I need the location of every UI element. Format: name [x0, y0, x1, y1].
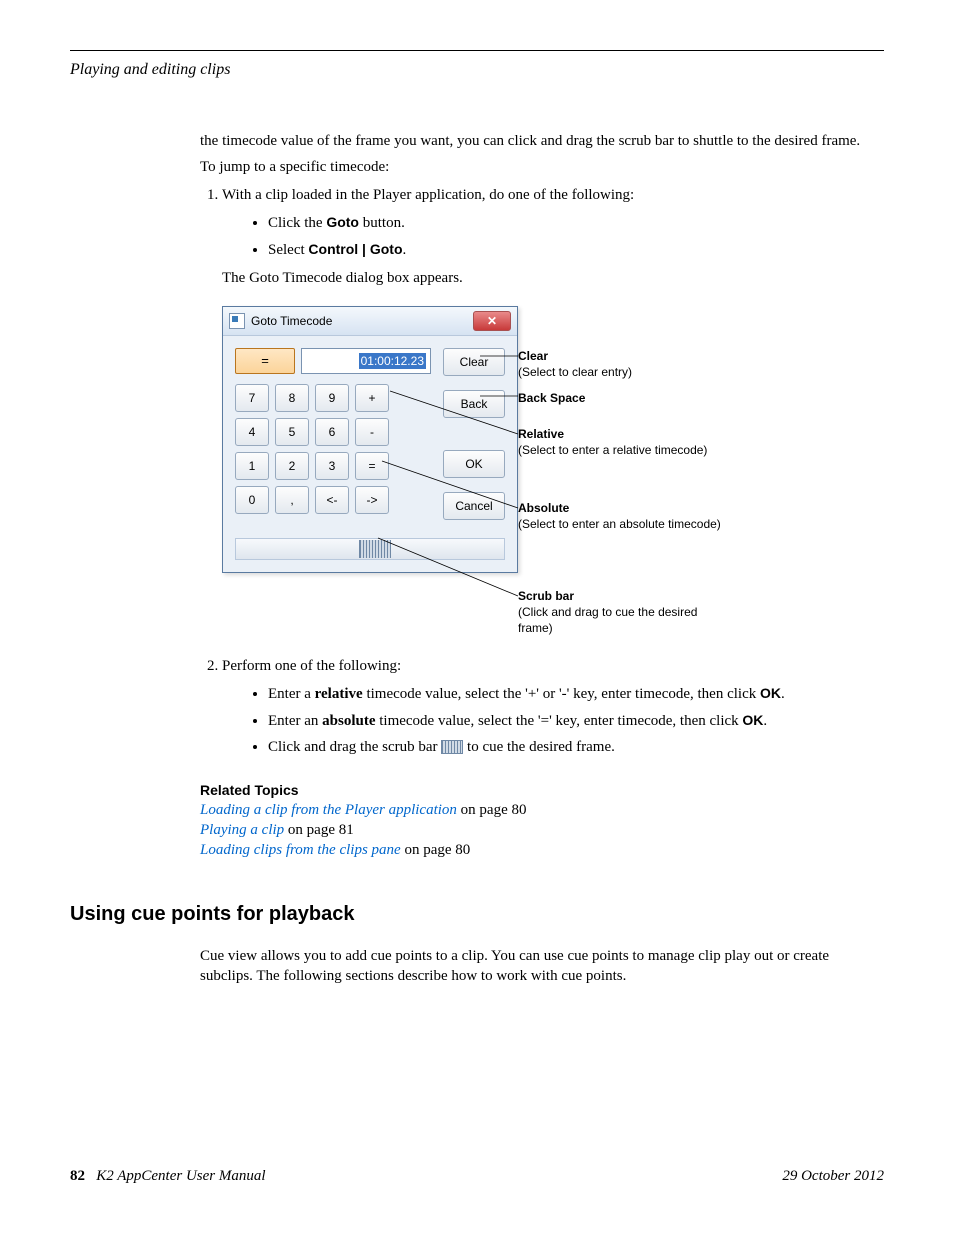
key-1[interactable]: 1 [235, 452, 269, 480]
goto-timecode-figure: Goto Timecode ✕ = 01:00:12.23 7 8 [222, 306, 884, 636]
dialog-title: Goto Timecode [251, 313, 332, 329]
keypad: 7 8 9 + 4 5 6 - 1 2 3 = [235, 384, 431, 514]
key-comma[interactable]: , [275, 486, 309, 514]
page-number: 82 [70, 1168, 85, 1184]
step1-bullet-2: Select Control | Goto. [268, 240, 884, 260]
related-page-1: on page 80 [457, 802, 527, 818]
key-minus[interactable]: - [355, 418, 389, 446]
step2-bullet-3: Click and drag the scrub bar to cue the … [268, 737, 884, 757]
annot-absolute-sub: (Select to enter an absolute timecode) [518, 516, 721, 532]
scrub-bar[interactable] [235, 538, 505, 560]
related-link-3[interactable]: Loading clips from the clips pane [200, 842, 401, 858]
key-5[interactable]: 5 [275, 418, 309, 446]
key-8[interactable]: 8 [275, 384, 309, 412]
key-4[interactable]: 4 [235, 418, 269, 446]
key-0[interactable]: 0 [235, 486, 269, 514]
step-2: Perform one of the following: Enter a re… [222, 656, 884, 757]
lead-in: To jump to a specific timecode: [200, 157, 884, 177]
related-link-1[interactable]: Loading a clip from the Player applicati… [200, 802, 457, 818]
key-9[interactable]: 9 [315, 384, 349, 412]
heading-cue-points: Using cue points for playback [70, 901, 884, 928]
related-topics-heading: Related Topics [200, 781, 884, 800]
step-1: With a clip loaded in the Player applica… [222, 185, 884, 636]
timecode-entry[interactable]: 01:00:12.23 [301, 348, 431, 374]
leader-lines [490, 306, 518, 636]
annot-clear-sub: (Select to clear entry) [518, 364, 632, 380]
annot-backspace-label: Back Space [518, 390, 585, 406]
scrub-thumb[interactable] [359, 540, 391, 558]
intro-paragraph: the timecode value of the frame you want… [200, 131, 884, 151]
footer-date: 29 October 2012 [782, 1166, 884, 1186]
key-7[interactable]: 7 [235, 384, 269, 412]
annot-scrub-sub: (Click and drag to cue the desired frame… [518, 604, 724, 636]
annot-clear-label: Clear [518, 348, 632, 364]
page-footer: 82 K2 AppCenter User Manual 29 October 2… [70, 1166, 884, 1186]
section-header: Playing and editing clips [70, 59, 884, 81]
key-plus[interactable]: + [355, 384, 389, 412]
cue-points-paragraph: Cue view allows you to add cue points to… [200, 946, 884, 987]
annot-scrub-label: Scrub bar [518, 588, 724, 604]
key-equals[interactable]: = [355, 452, 389, 480]
figure-annotations: Clear (Select to clear entry) Back Space… [518, 306, 724, 636]
mode-equals-button[interactable]: = [235, 348, 295, 374]
step2-bullet-1: Enter a relative timecode value, select … [268, 684, 884, 704]
annot-absolute-label: Absolute [518, 500, 721, 516]
key-3[interactable]: 3 [315, 452, 349, 480]
annot-relative-label: Relative [518, 426, 707, 442]
related-page-3: on page 80 [401, 842, 471, 858]
app-icon [229, 313, 245, 329]
related-page-2: on page 81 [284, 822, 354, 838]
step1-bullet-1: Click the Goto button. [268, 213, 884, 233]
dialog-appears-text: The Goto Timecode dialog box appears. [222, 268, 884, 288]
manual-title: K2 AppCenter User Manual [96, 1168, 265, 1184]
key-left[interactable]: <- [315, 486, 349, 514]
key-2[interactable]: 2 [275, 452, 309, 480]
related-link-2[interactable]: Playing a clip [200, 822, 284, 838]
annot-relative-sub: (Select to enter a relative timecode) [518, 442, 707, 458]
key-6[interactable]: 6 [315, 418, 349, 446]
scrub-bar-icon [441, 740, 463, 754]
step2-bullet-2: Enter an absolute timecode value, select… [268, 711, 884, 731]
goto-timecode-dialog: Goto Timecode ✕ = 01:00:12.23 7 8 [222, 306, 518, 573]
key-right[interactable]: -> [355, 486, 389, 514]
